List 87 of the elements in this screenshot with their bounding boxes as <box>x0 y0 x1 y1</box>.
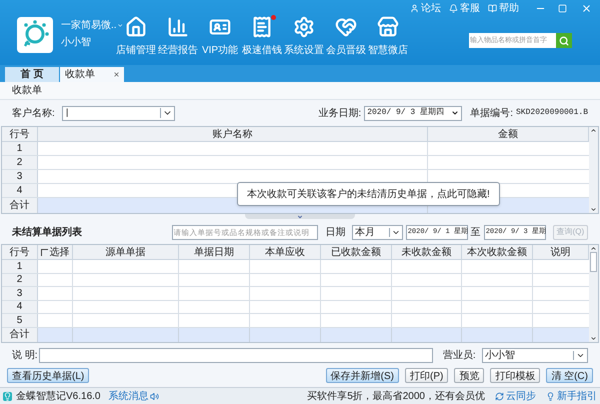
date-picker[interactable]: 2020/ 9/ 3 星期四 <box>364 106 462 120</box>
action-button[interactable]: 预览 <box>454 368 484 383</box>
row-number: 2 <box>2 274 38 286</box>
action-button[interactable]: 保存并新增(S) <box>326 368 399 383</box>
receipt-icon <box>251 16 273 38</box>
collapse-icon <box>297 214 303 220</box>
customer-label: 客户名称: <box>12 106 56 120</box>
column-header: 未收款金额 <box>392 245 462 259</box>
scroll-thumb[interactable] <box>590 252 597 272</box>
tab[interactable]: 收款单 <box>60 67 124 82</box>
salesperson-select[interactable]: 小小智 <box>482 348 588 362</box>
row-number: 1 <box>2 260 38 272</box>
scrollbar[interactable] <box>589 245 598 342</box>
column-header: 源单单据 <box>73 245 179 259</box>
bell-icon <box>449 4 458 12</box>
note-field[interactable] <box>39 348 433 362</box>
messages-link[interactable]: 系统消息 <box>108 388 160 404</box>
lightbulb-logo-icon <box>17 17 53 53</box>
column-header: 账户名称 <box>38 127 428 141</box>
row-number: 1 <box>2 142 38 155</box>
column-header: 本单应收 <box>250 245 321 259</box>
user-name: 小小智 <box>61 36 92 50</box>
person-icon <box>410 4 419 12</box>
column-header: 选择 <box>50 246 70 260</box>
scroll-up-icon[interactable] <box>590 127 597 134</box>
close-tab-icon[interactable] <box>113 71 120 78</box>
maximize-icon[interactable] <box>558 4 567 12</box>
period-select[interactable]: 本月 <box>352 224 403 240</box>
guide-link[interactable]: 新手指引 <box>546 388 597 404</box>
nav-button[interactable]: VIP功能 <box>199 16 241 58</box>
document-number: SKD2020090001.B <box>516 107 588 119</box>
total-label: 合计 <box>2 328 38 342</box>
house-icon <box>125 16 147 38</box>
row-number: 4 <box>2 300 38 313</box>
date-label: 日期 <box>325 226 346 240</box>
nav-button[interactable]: 极速借钱 <box>241 16 283 58</box>
action-button[interactable]: 打印(P) <box>404 368 448 383</box>
close-icon[interactable] <box>581 2 592 14</box>
tab[interactable]: 首 页 <box>5 67 59 82</box>
splitter-handle[interactable] <box>245 214 355 219</box>
row-number: 5 <box>2 314 38 326</box>
hint-tooltip[interactable]: 本次收款可关联该客户的未结清历史单据，点此可隐藏! <box>237 182 500 206</box>
book-icon <box>488 4 497 12</box>
row-number: 3 <box>2 170 38 183</box>
cloud-sync-link[interactable]: 云同步 <box>495 388 536 404</box>
settings-icon <box>293 16 315 38</box>
select-all-checkbox[interactable] <box>40 248 48 256</box>
store-icon <box>377 16 399 38</box>
date-label: 业务日期: <box>318 106 362 120</box>
nav-button[interactable]: 经营报告 <box>157 16 199 58</box>
salesperson-label: 营业员: <box>442 348 477 362</box>
bar-chart-icon <box>167 16 189 38</box>
nav-button[interactable]: 店铺管理 <box>115 16 157 58</box>
number-label: 单据编号: <box>470 106 513 120</box>
lightbulb-icon <box>546 392 555 400</box>
to-label: 至 <box>470 226 481 240</box>
action-button[interactable]: 打印模板 <box>490 368 540 383</box>
nav-button[interactable]: 会员晋级 <box>325 16 367 58</box>
nav-button[interactable]: 智慧微店 <box>367 16 409 58</box>
row-number: 2 <box>2 156 38 169</box>
sync-icon <box>495 392 504 400</box>
column-header: 已收款金额 <box>321 245 392 259</box>
dropdown-caret-icon <box>451 109 460 117</box>
column-header: 本次收款金额 <box>462 245 533 259</box>
lightbulb-icon <box>3 392 12 400</box>
column-header: 行号 <box>2 127 38 141</box>
scroll-down-icon[interactable] <box>590 334 597 342</box>
scroll-down-icon[interactable] <box>590 206 597 213</box>
app-version: 金蝶智慧记V6.16.0 <box>16 390 100 404</box>
promo-text[interactable]: 买软件享5折，最高省2000，还有会员优 <box>307 388 485 404</box>
row-number: 4 <box>2 184 38 197</box>
form-title: 收款单 <box>12 84 42 98</box>
scrollbar[interactable] <box>589 127 598 213</box>
scroll-up-icon[interactable] <box>590 245 597 252</box>
row-number: 3 <box>2 287 38 300</box>
speaker-icon <box>150 392 160 400</box>
total-label: 合计 <box>2 198 38 213</box>
column-header: 行号 <box>2 245 38 259</box>
customer-select[interactable]: | <box>62 106 175 120</box>
list-title: 未结算单据列表 <box>12 226 83 240</box>
search-button[interactable] <box>556 33 572 48</box>
search-icon <box>559 36 569 46</box>
action-button[interactable]: 查看历史单据(L) <box>7 368 90 383</box>
note-label: 说 明: <box>12 348 39 362</box>
action-button[interactable]: 清 空(C) <box>546 368 593 383</box>
column-header: 单据日期 <box>179 245 250 259</box>
nav-button[interactable]: 系统设置 <box>283 16 325 58</box>
